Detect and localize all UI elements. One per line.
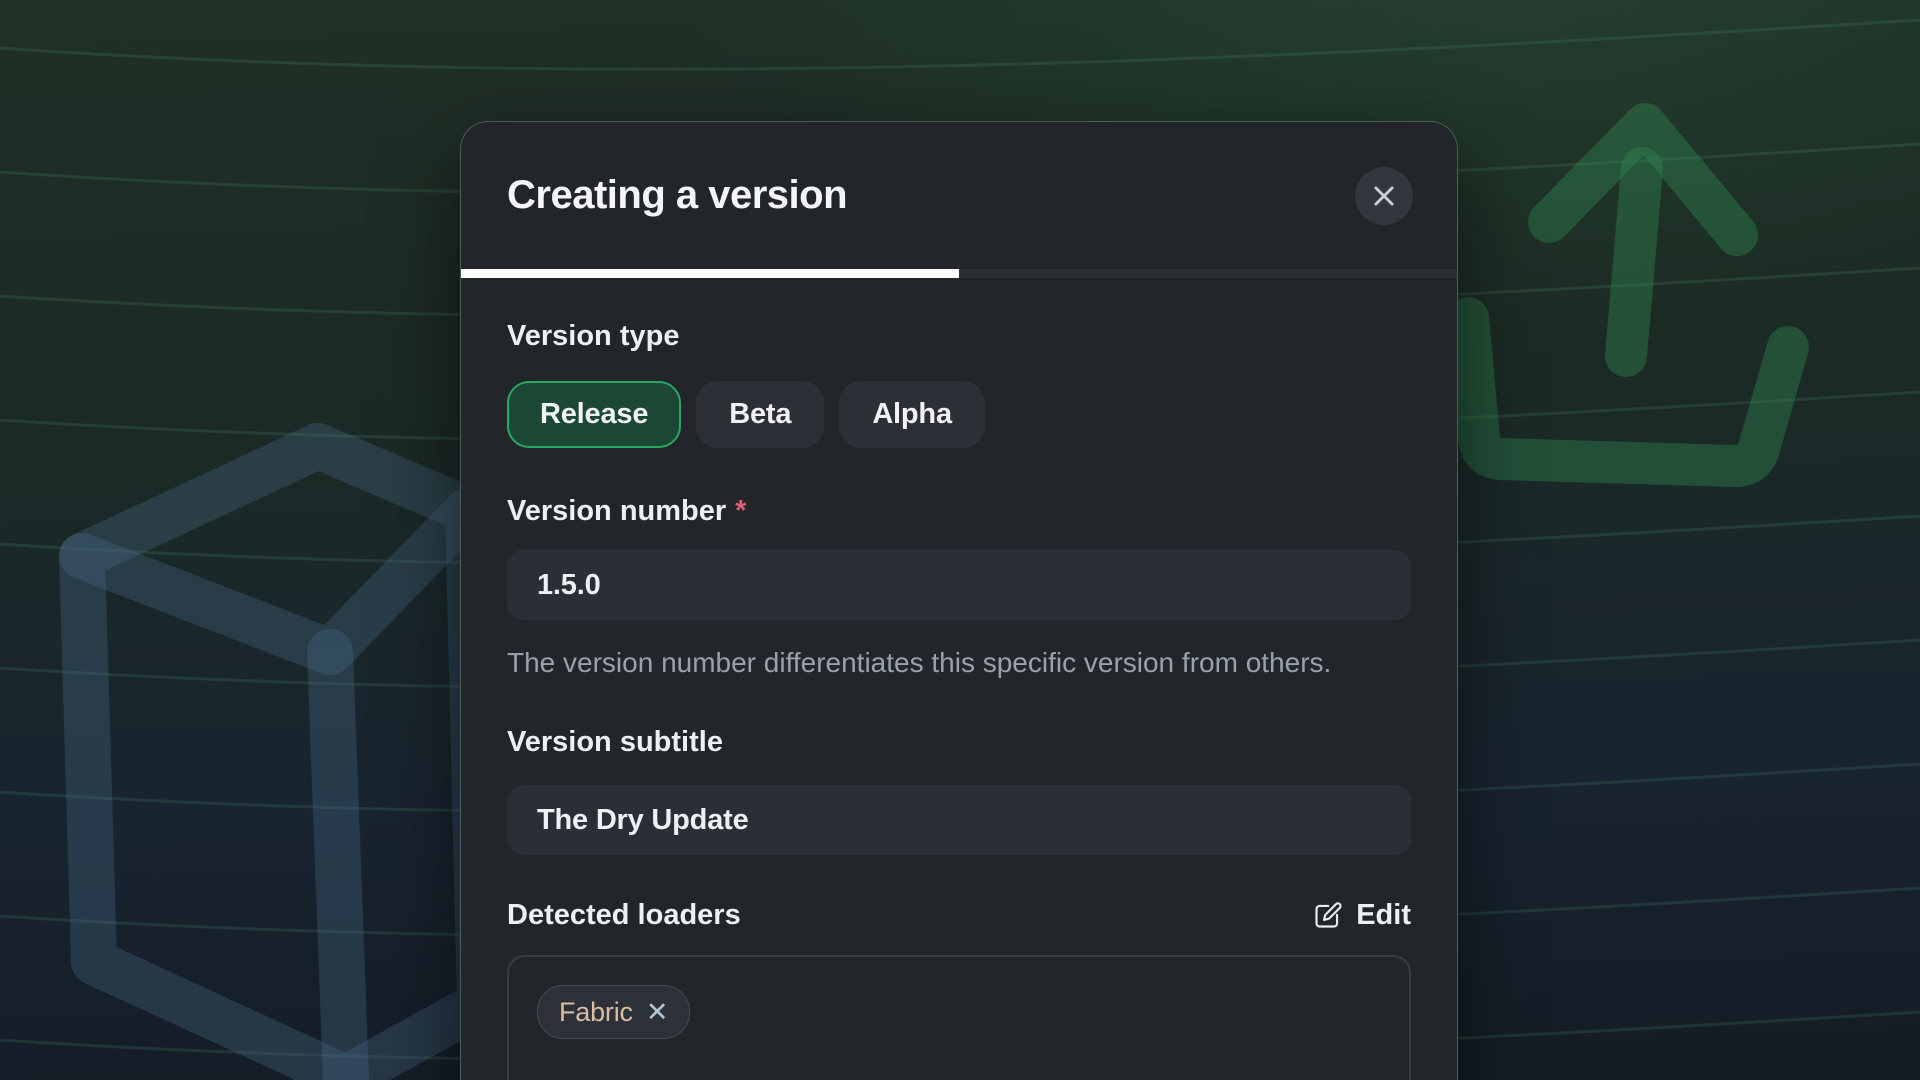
- loader-chip-dismiss-icon[interactable]: ✕: [646, 999, 669, 1026]
- close-icon: [1370, 182, 1398, 210]
- progress-bar: [461, 269, 1457, 278]
- page-background: Creating a version Version type Release …: [0, 0, 1920, 1080]
- version-type-release-button[interactable]: Release: [507, 381, 681, 448]
- required-asterisk: *: [735, 495, 746, 527]
- edit-loaders-button[interactable]: Edit: [1312, 899, 1411, 932]
- pencil-square-icon: [1312, 900, 1343, 931]
- version-subtitle-label: Version subtitle: [507, 724, 1411, 760]
- modal-header: Creating a version: [461, 122, 1457, 269]
- version-number-label: Version number *: [507, 493, 1411, 529]
- version-type-beta-label: Beta: [729, 398, 791, 431]
- version-number-help-text: The version number differentiates this s…: [507, 641, 1357, 685]
- detected-loaders-label: Detected loaders: [507, 897, 741, 933]
- loader-chip-fabric: Fabric ✕: [537, 985, 690, 1039]
- version-type-alpha-label: Alpha: [872, 398, 952, 431]
- version-number-label-text: Version number: [507, 495, 726, 527]
- edit-button-label: Edit: [1356, 899, 1411, 932]
- version-type-beta-button[interactable]: Beta: [696, 381, 824, 448]
- close-button[interactable]: [1355, 167, 1413, 225]
- page-title: Creating a version: [507, 173, 847, 218]
- version-subtitle-input[interactable]: [507, 785, 1411, 855]
- version-type-options: Release Beta Alpha: [507, 381, 1411, 448]
- progress-bar-fill: [461, 269, 959, 278]
- version-type-alpha-button[interactable]: Alpha: [839, 381, 985, 448]
- detected-loaders-box: Fabric ✕: [507, 955, 1411, 1080]
- create-version-modal: Creating a version Version type Release …: [460, 121, 1458, 1080]
- loader-chip-label: Fabric: [559, 997, 633, 1028]
- version-number-input[interactable]: [507, 550, 1411, 620]
- detected-loaders-row: Detected loaders Edit: [507, 897, 1411, 933]
- version-type-release-label: Release: [540, 398, 648, 431]
- modal-body: Version type Release Beta Alpha Version …: [461, 318, 1457, 1080]
- version-type-label: Version type: [507, 318, 1411, 354]
